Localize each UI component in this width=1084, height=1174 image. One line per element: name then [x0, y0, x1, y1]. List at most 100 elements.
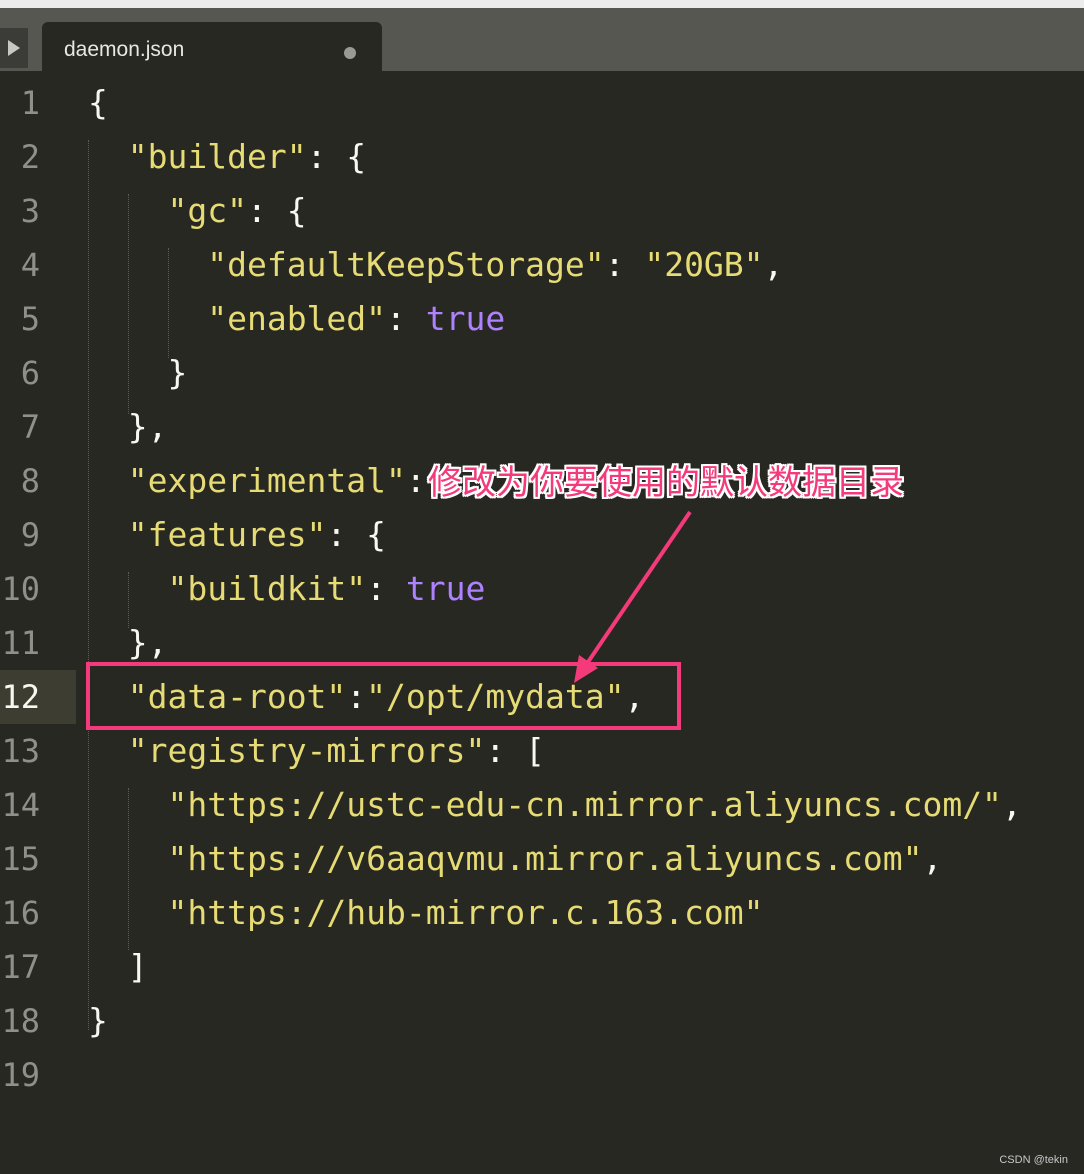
line-code: "gc": { — [88, 184, 307, 238]
string-token: "https://v6aaqvmu.mirror.aliyuncs.com" — [167, 839, 923, 878]
line-number: 1 — [20, 84, 40, 122]
line-number: 15 — [1, 840, 40, 878]
code-line[interactable]: 16 "https://hub-mirror.c.163.com" — [0, 886, 1084, 940]
line-number: 10 — [1, 570, 40, 608]
line-code: "https://ustc-edu-cn.mirror.aliyuncs.com… — [88, 778, 1022, 832]
line-code: { — [88, 76, 108, 130]
highlight-box — [86, 662, 681, 730]
indent-guide — [128, 572, 129, 628]
line-number: 11 — [1, 624, 40, 662]
line-number: 3 — [20, 192, 40, 230]
line-code: "features": { — [88, 508, 386, 562]
indent-guide — [168, 248, 169, 358]
punctuation-token: : { — [306, 137, 367, 176]
punctuation-token — [88, 137, 128, 176]
punctuation-token: : { — [326, 515, 387, 554]
punctuation-token: ] — [88, 947, 148, 986]
punctuation-token: : [ — [485, 731, 545, 770]
code-editor[interactable]: 1{2 "builder": {3 "gc": {4 "defaultKeepS… — [0, 71, 1084, 1174]
unsaved-dot-icon[interactable] — [344, 47, 356, 59]
line-number: 14 — [1, 786, 40, 824]
annotation-label: 修改为你要使用的默认数据目录 — [428, 463, 904, 503]
string-token: "buildkit" — [167, 569, 367, 608]
punctuation-token: { — [88, 83, 108, 122]
code-line[interactable]: 6 } — [0, 346, 1084, 400]
punctuation-token: , — [1001, 785, 1022, 824]
code-line[interactable]: 17 ] — [0, 940, 1084, 994]
line-number: 7 — [20, 408, 40, 446]
line-number: 6 — [20, 354, 40, 392]
tab-bar: daemon.json — [0, 8, 1084, 79]
string-token: "registry-mirrors" — [127, 731, 486, 770]
string-token: "https://ustc-edu-cn.mirror.aliyuncs.com… — [167, 785, 1002, 824]
code-line[interactable]: 9 "features": { — [0, 508, 1084, 562]
code-line[interactable]: 14 "https://ustc-edu-cn.mirror.aliyuncs.… — [0, 778, 1084, 832]
keyword-token: true — [405, 569, 486, 608]
line-number: 2 — [20, 138, 40, 176]
string-token: "builder" — [127, 137, 307, 176]
punctuation-token: }, — [88, 623, 168, 662]
line-code: "buildkit": true — [88, 562, 485, 616]
code-line[interactable]: 13 "registry-mirrors": [ — [0, 724, 1084, 778]
punctuation-token: : — [386, 299, 426, 338]
line-number: 12 — [1, 678, 40, 716]
line-code: "https://hub-mirror.c.163.com" — [88, 886, 764, 940]
punctuation-token: , — [922, 839, 943, 878]
code-line[interactable]: 7 }, — [0, 400, 1084, 454]
line-number: 19 — [1, 1056, 40, 1094]
string-token: "features" — [127, 515, 327, 554]
code-line[interactable]: 18} — [0, 994, 1084, 1048]
punctuation-token — [88, 461, 128, 500]
line-code: "experimental": — [88, 454, 426, 508]
line-number: 8 — [20, 462, 40, 500]
code-line[interactable]: 2 "builder": { — [0, 130, 1084, 184]
line-code: } — [88, 346, 187, 400]
line-number: 4 — [20, 246, 40, 284]
punctuation-token — [88, 299, 207, 338]
punctuation-token: } — [88, 353, 188, 392]
line-code: "builder": { — [88, 130, 366, 184]
code-line[interactable]: 5 "enabled": true — [0, 292, 1084, 346]
string-token: "https://hub-mirror.c.163.com" — [167, 893, 764, 932]
code-line[interactable]: 1{ — [0, 76, 1084, 130]
line-number: 13 — [1, 732, 40, 770]
line-number: 5 — [20, 300, 40, 338]
punctuation-token — [88, 731, 128, 770]
punctuation-token: : — [366, 569, 406, 608]
keyword-token: true — [425, 299, 506, 338]
string-token: "gc" — [167, 191, 247, 230]
line-number: 17 — [1, 948, 40, 986]
punctuation-token: : — [604, 245, 645, 284]
window-top-border — [0, 0, 1084, 8]
line-code: "enabled": true — [88, 292, 505, 346]
line-code: } — [88, 994, 108, 1048]
play-triangle-icon — [8, 40, 20, 56]
tab-title: daemon.json — [64, 38, 185, 61]
line-code: "https://v6aaqvmu.mirror.aliyuncs.com", — [88, 832, 942, 886]
code-line[interactable]: 15 "https://v6aaqvmu.mirror.aliyuncs.com… — [0, 832, 1084, 886]
string-token: "20GB" — [644, 245, 764, 284]
string-token: "experimental" — [127, 461, 406, 500]
code-line[interactable]: 3 "gc": { — [0, 184, 1084, 238]
line-code: "defaultKeepStorage": "20GB", — [88, 238, 783, 292]
line-code: "registry-mirrors": [ — [88, 724, 545, 778]
punctuation-token: : — [405, 461, 426, 500]
indent-guide — [128, 788, 129, 950]
string-token: "defaultKeepStorage" — [207, 245, 605, 284]
indent-guide — [128, 194, 129, 414]
line-number: 16 — [1, 894, 40, 932]
line-number: 18 — [1, 1002, 40, 1040]
string-token: "enabled" — [207, 299, 387, 338]
code-line[interactable]: 4 "defaultKeepStorage": "20GB", — [0, 238, 1084, 292]
sidebar-toggle-button[interactable] — [0, 28, 28, 68]
code-line[interactable]: 19 — [0, 1048, 1084, 1102]
code-line[interactable]: 10 "buildkit": true — [0, 562, 1084, 616]
punctuation-token: : { — [246, 191, 307, 230]
punctuation-token: , — [763, 245, 784, 284]
punctuation-token — [88, 245, 207, 284]
line-number: 9 — [20, 516, 40, 554]
punctuation-token — [88, 515, 128, 554]
line-code: ] — [88, 940, 148, 994]
indent-guide — [88, 140, 89, 1030]
watermark: CSDN @tekin — [999, 1154, 1068, 1166]
